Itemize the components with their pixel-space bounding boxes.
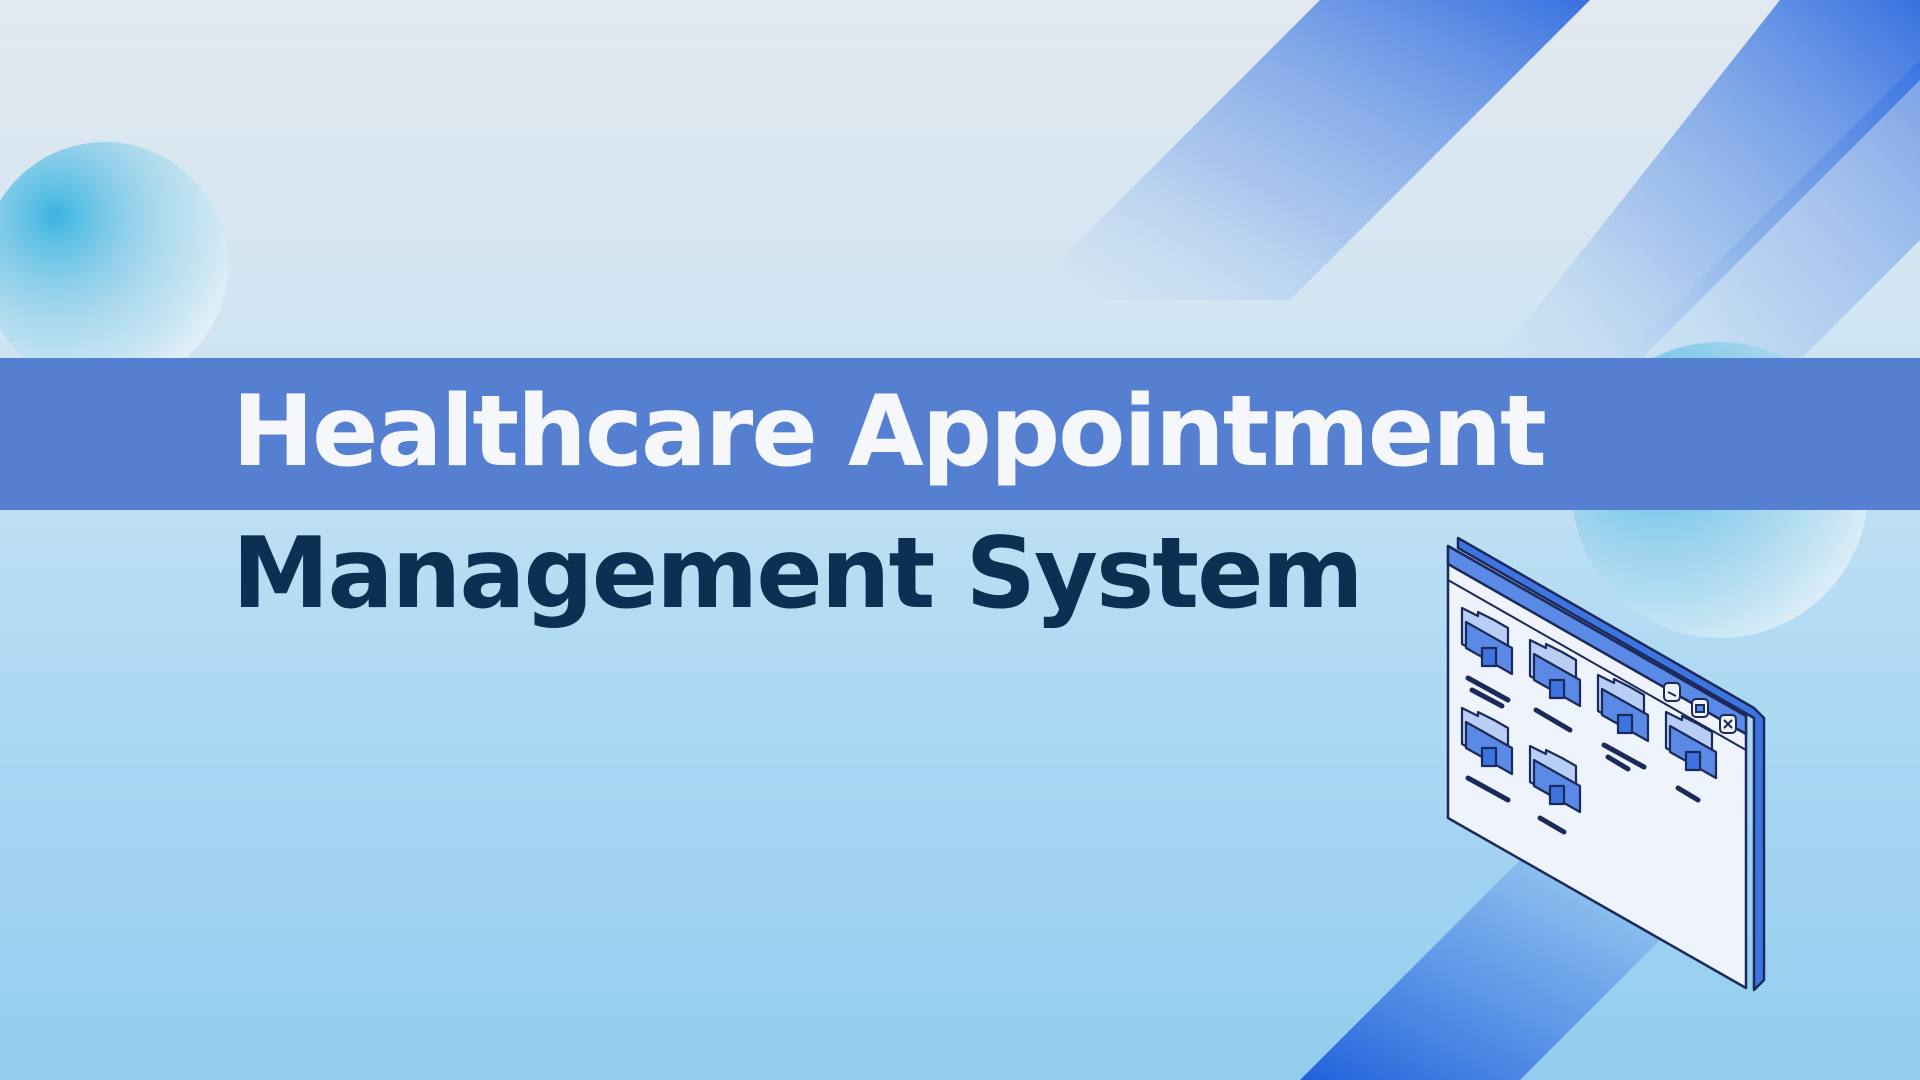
title-line-1: Healthcare Appointment [232,375,1547,489]
title-line-2: Management System [232,517,1364,631]
decorative-orb [0,142,228,388]
minimize-icon [1663,682,1681,702]
decorative-stripe [1020,0,1590,300]
folder-window-icon [1446,536,1766,992]
